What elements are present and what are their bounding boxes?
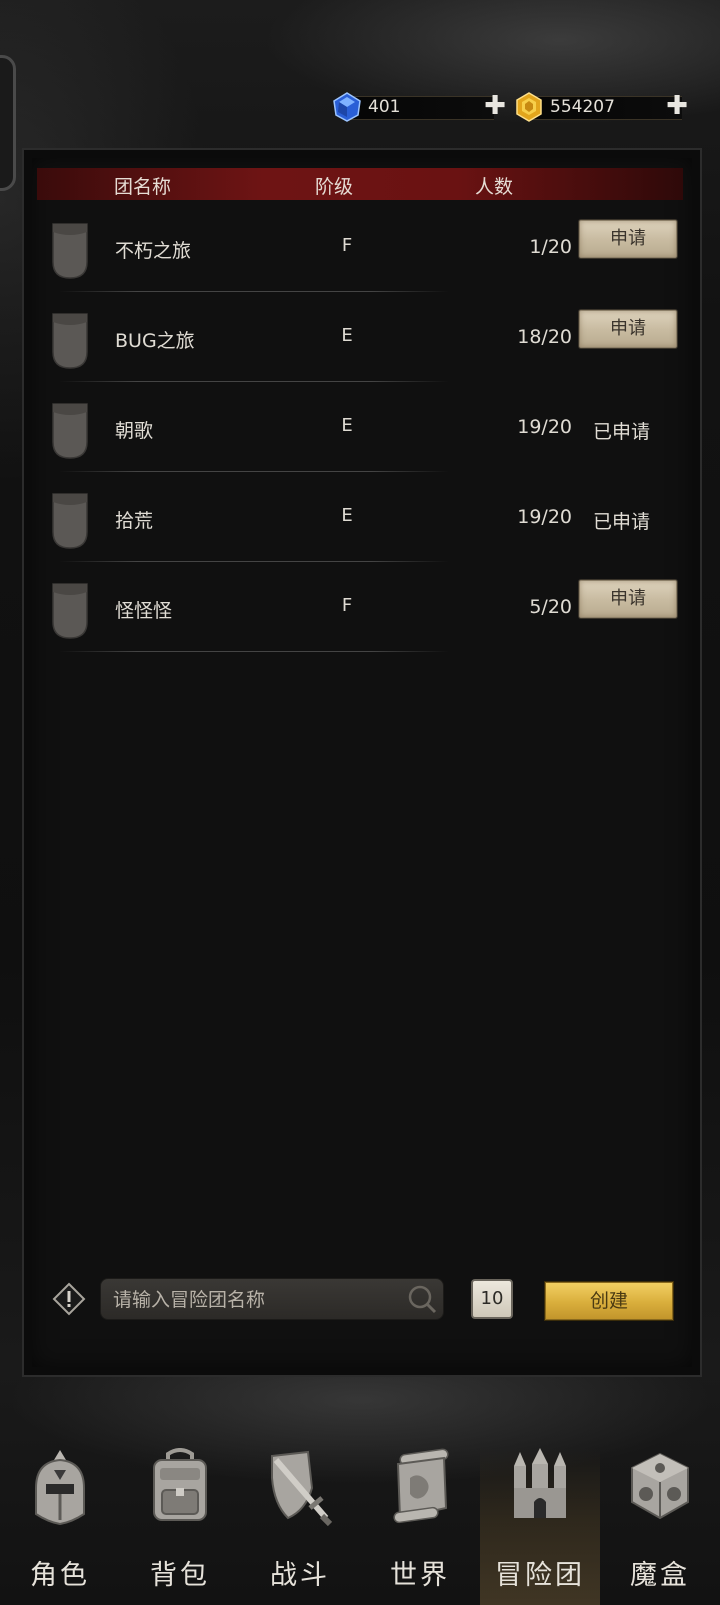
guild-banner-icon [52,493,88,549]
create-cost: 10 [471,1279,513,1319]
guild-rank: F [341,595,353,616]
shield-sword-icon [271,1450,333,1526]
guild-name: 怪怪怪 [115,600,173,622]
guild-banner-icon [52,223,88,279]
side-frame [0,55,16,191]
nav-label: 背包 [150,1560,210,1591]
helmet-icon [35,1450,85,1526]
castle-icon [514,1448,566,1518]
guild-name: 拾荒 [115,510,154,532]
nav-label: 冒险团 [495,1560,585,1591]
nav-label: 魔盒 [630,1560,690,1591]
nav-item-magic-box[interactable]: 魔盒 [600,1448,720,1605]
guild-name-input[interactable] [111,1285,395,1315]
apply-button[interactable]: 申请 [579,220,677,258]
info-diamond-icon[interactable] [52,1282,86,1316]
gold-amount: 554207 [550,97,615,117]
guild-name-search [100,1278,444,1320]
table-row: 拾荒 E 19/20 已申请 [37,472,683,562]
guild-banner-icon [52,583,88,639]
guild-rank: E [341,505,353,526]
apply-button[interactable]: 申请 [579,580,677,618]
applied-status: 已申请 [593,511,651,533]
table-row: BUG之旅 E 18/20 申请 [37,292,683,382]
magic-box-icon [631,1452,689,1520]
header-rank: 阶级 [315,176,354,198]
table-row: 不朽之旅 F 1/20 申请 [37,202,683,292]
nav-item-battle[interactable]: 战斗 [240,1448,360,1605]
guild-members: 18/20 [517,326,572,348]
nav-item-backpack[interactable]: 背包 [120,1448,240,1605]
add-gem-button[interactable]: ✚ [482,93,508,119]
gem-currency: 401 ✚ [332,92,512,122]
table-row: 朝歌 E 19/20 已申请 [37,382,683,472]
gold-currency: 554207 ✚ [514,92,714,122]
table-header: 团名称 阶级 人数 [37,168,683,200]
header-name: 团名称 [114,176,172,198]
add-gold-button[interactable]: ✚ [664,93,690,119]
guild-banner-icon [52,403,88,459]
applied-status: 已申请 [593,421,651,443]
nav-label: 战斗 [270,1560,330,1591]
nav-item-adventure-group[interactable]: 冒险团 [480,1448,600,1605]
guild-members: 5/20 [529,596,572,618]
backpack-icon [153,1448,207,1521]
bottom-nav: 角色 背包 战斗 世界 冒险团 魔盒 [0,1448,720,1605]
table-row: 怪怪怪 F 5/20 申请 [37,562,683,652]
nav-label: 世界 [390,1560,450,1591]
guild-members: 1/20 [529,236,572,258]
nav-label: 角色 [30,1560,90,1591]
guild-banner-icon [52,313,88,369]
search-icon[interactable] [406,1283,438,1315]
guild-members: 19/20 [517,416,572,438]
gem-track [344,96,494,120]
row-divider [59,651,449,652]
guild-rank: F [341,235,353,256]
create-button[interactable]: 创建 [545,1282,673,1320]
guild-name: BUG之旅 [115,330,195,352]
guild-rank: E [341,415,353,436]
guild-rank: E [341,325,353,346]
apply-button[interactable]: 申请 [579,310,677,348]
guild-members: 19/20 [517,506,572,528]
gem-amount: 401 [368,97,401,117]
header-members: 人数 [475,176,514,198]
nav-item-world[interactable]: 世界 [360,1448,480,1605]
blue-gem-icon [333,92,361,122]
nav-item-character[interactable]: 角色 [0,1448,120,1605]
map-scroll-icon [393,1448,449,1524]
guild-name: 朝歌 [115,420,154,442]
guild-name: 不朽之旅 [115,240,192,262]
gold-gem-icon [516,92,542,122]
